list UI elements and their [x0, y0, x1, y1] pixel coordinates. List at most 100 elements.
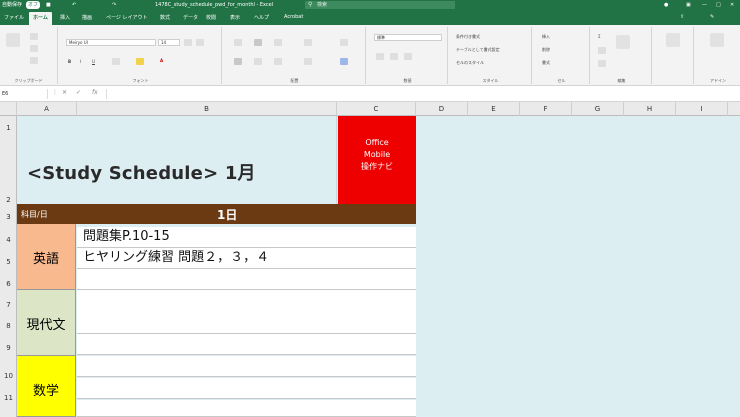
tab-draw[interactable]: 描画: [82, 14, 92, 21]
cancel-icon[interactable]: ✕: [62, 89, 67, 96]
format-painter-icon[interactable]: [30, 57, 38, 64]
align-center-icon[interactable]: [254, 58, 262, 65]
addins-icon[interactable]: [710, 33, 724, 47]
comma-icon[interactable]: [404, 53, 412, 60]
office-mobile-nav-cell[interactable]: Office Mobile 操作ナビ: [338, 116, 416, 204]
border-icon[interactable]: [112, 58, 120, 65]
task-cell[interactable]: [77, 356, 416, 377]
italic-icon[interactable]: I: [80, 59, 81, 64]
fx-icon[interactable]: fx: [92, 89, 98, 96]
align-left-icon[interactable]: [234, 58, 242, 65]
name-box[interactable]: E6: [0, 89, 48, 99]
enter-icon[interactable]: ✓: [76, 89, 81, 96]
task-cell[interactable]: [77, 378, 416, 399]
row-header[interactable]: 7: [0, 301, 17, 309]
tab-file[interactable]: ファイル: [4, 14, 24, 21]
orientation-icon[interactable]: [304, 39, 312, 46]
align-top-icon[interactable]: [234, 39, 242, 46]
align-middle-icon[interactable]: [254, 39, 262, 46]
close-icon[interactable]: ✕: [730, 1, 734, 9]
font-color-icon[interactable]: A: [160, 58, 163, 63]
column-header[interactable]: H: [624, 102, 676, 116]
row-header[interactable]: 8: [0, 322, 17, 330]
align-right-icon[interactable]: [274, 58, 282, 65]
bold-icon[interactable]: B: [68, 59, 71, 64]
currency-icon[interactable]: [376, 53, 384, 60]
formula-input[interactable]: [106, 89, 734, 99]
copy-icon[interactable]: [30, 45, 38, 52]
search-box[interactable]: ⚲ 検索: [305, 1, 455, 9]
row-header[interactable]: 2: [0, 196, 17, 204]
row-header[interactable]: 5: [0, 258, 17, 266]
paste-icon[interactable]: [6, 33, 20, 47]
maximize-icon[interactable]: □: [716, 1, 721, 9]
analyze-data-icon[interactable]: [666, 33, 680, 47]
align-bottom-icon[interactable]: [274, 39, 282, 46]
fill-icon[interactable]: [598, 47, 606, 54]
column-header[interactable]: D: [416, 102, 468, 116]
indent-icon[interactable]: [304, 58, 312, 65]
row-header[interactable]: 9: [0, 344, 17, 352]
delete-cells-button[interactable]: 削除: [542, 47, 550, 53]
task-cell[interactable]: 問題集P.10-15: [77, 227, 416, 248]
cut-icon[interactable]: [30, 33, 38, 40]
ribbon-display-icon[interactable]: ▣: [686, 1, 691, 9]
fill-color-icon[interactable]: [136, 58, 144, 65]
task-cell[interactable]: [77, 334, 416, 355]
format-cells-button[interactable]: 書式: [542, 60, 550, 66]
subject-cell-math[interactable]: 数学: [17, 356, 76, 417]
redo-icon[interactable]: ↷: [112, 1, 116, 9]
sort-filter-icon[interactable]: [616, 35, 630, 49]
minimize-icon[interactable]: —: [702, 1, 707, 9]
row-header[interactable]: 1: [0, 124, 17, 132]
font-grow-icon[interactable]: [184, 39, 192, 46]
underline-icon[interactable]: U: [92, 59, 95, 64]
subject-cell-english[interactable]: 英語: [17, 224, 76, 290]
wrap-text-icon[interactable]: [340, 39, 348, 46]
cell-styles-button[interactable]: セルのスタイル: [456, 60, 484, 66]
task-cell[interactable]: ヒヤリング練習 問題２，３，４: [77, 248, 416, 269]
clear-icon[interactable]: [598, 60, 606, 67]
row-header[interactable]: 11: [0, 394, 17, 402]
font-name-select[interactable]: Meiryo UI: [66, 39, 156, 46]
tab-help[interactable]: ヘルプ: [254, 14, 269, 21]
account-icon[interactable]: ●: [664, 1, 668, 9]
autosave-toggle[interactable]: オフ: [26, 1, 41, 9]
font-size-select[interactable]: 14: [158, 39, 180, 46]
column-header[interactable]: A: [17, 102, 77, 116]
tab-insert[interactable]: 挿入: [60, 14, 70, 21]
tab-acrobat[interactable]: Acrobat: [284, 14, 303, 20]
save-icon[interactable]: ■: [46, 1, 51, 9]
insert-cells-button[interactable]: 挿入: [542, 34, 550, 40]
column-header[interactable]: B: [77, 102, 337, 116]
tab-home[interactable]: ホーム: [29, 12, 52, 25]
font-shrink-icon[interactable]: [196, 39, 204, 46]
schedule-title-cell[interactable]: <Study Schedule> 1月: [17, 116, 337, 204]
task-cell[interactable]: [77, 269, 416, 290]
conditional-format-button[interactable]: 条件付き書式: [456, 34, 480, 40]
comment-button[interactable]: ✎: [710, 14, 714, 20]
percent-icon[interactable]: [390, 53, 398, 60]
merge-center-icon[interactable]: [340, 58, 348, 65]
column-header[interactable]: I: [676, 102, 728, 116]
undo-icon[interactable]: ↶: [72, 1, 76, 9]
tab-formulas[interactable]: 数式: [160, 14, 170, 21]
select-all-corner[interactable]: [0, 102, 17, 116]
column-header[interactable]: C: [337, 102, 416, 116]
column-header[interactable]: F: [520, 102, 572, 116]
number-format-select[interactable]: 標準: [374, 34, 442, 41]
tab-data[interactable]: データ: [183, 14, 198, 21]
tab-page-layout[interactable]: ページ レイアウト: [106, 14, 148, 21]
column-header[interactable]: E: [468, 102, 520, 116]
row-header[interactable]: 3: [0, 213, 17, 221]
column-header[interactable]: G: [572, 102, 624, 116]
format-as-table-button[interactable]: テーブルとして書式設定: [456, 47, 500, 53]
row-header[interactable]: 10: [0, 372, 17, 380]
row-header[interactable]: 6: [0, 280, 17, 288]
autosum-icon[interactable]: Σ: [598, 34, 601, 39]
task-cell[interactable]: [77, 290, 416, 334]
row-header[interactable]: 4: [0, 236, 17, 244]
task-cell[interactable]: [77, 400, 416, 417]
tab-view[interactable]: 表示: [230, 14, 240, 21]
share-button[interactable]: ⇪: [680, 14, 684, 20]
